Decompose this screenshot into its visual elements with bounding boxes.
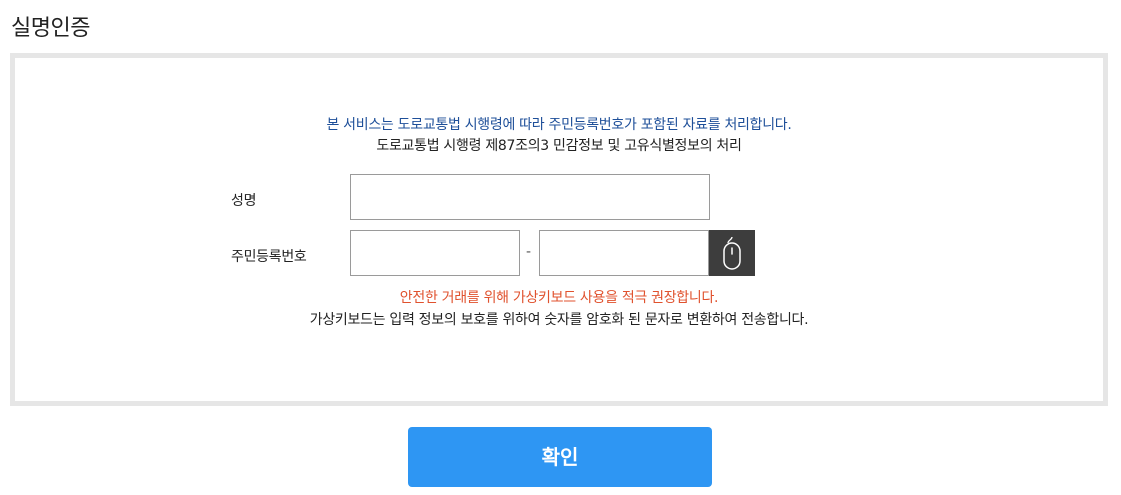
rrn-back-input[interactable] xyxy=(539,230,709,276)
rrn-separator: - xyxy=(526,244,532,260)
confirm-button[interactable]: 확인 xyxy=(408,427,712,487)
rrn-label: 주민등록번호 xyxy=(231,249,307,265)
name-label: 성명 xyxy=(231,193,257,209)
name-input[interactable] xyxy=(350,174,710,220)
verification-form-box: 본 서비스는 도로교통법 시행령에 따라 주민등록번호가 포함된 자료를 처리합… xyxy=(10,53,1108,406)
rrn-front-input[interactable] xyxy=(350,230,520,276)
legal-basis-notice: 도로교통법 시행령 제87조의3 민감정보 및 고유식별정보의 처리 xyxy=(376,138,742,154)
mouse-icon xyxy=(723,236,741,270)
page-title: 실명인증 xyxy=(11,16,90,41)
virtual-keyboard-button[interactable] xyxy=(709,230,755,276)
service-notice: 본 서비스는 도로교통법 시행령에 따라 주민등록번호가 포함된 자료를 처리합… xyxy=(326,117,792,133)
virtual-keyboard-recommend-notice: 안전한 거래를 위해 가상키보드 사용을 적극 권장합니다. xyxy=(399,290,719,306)
virtual-keyboard-encrypt-notice: 가상키보드는 입력 정보의 보호를 위하여 숫자를 암호화 된 문자로 변환하여… xyxy=(309,312,809,328)
